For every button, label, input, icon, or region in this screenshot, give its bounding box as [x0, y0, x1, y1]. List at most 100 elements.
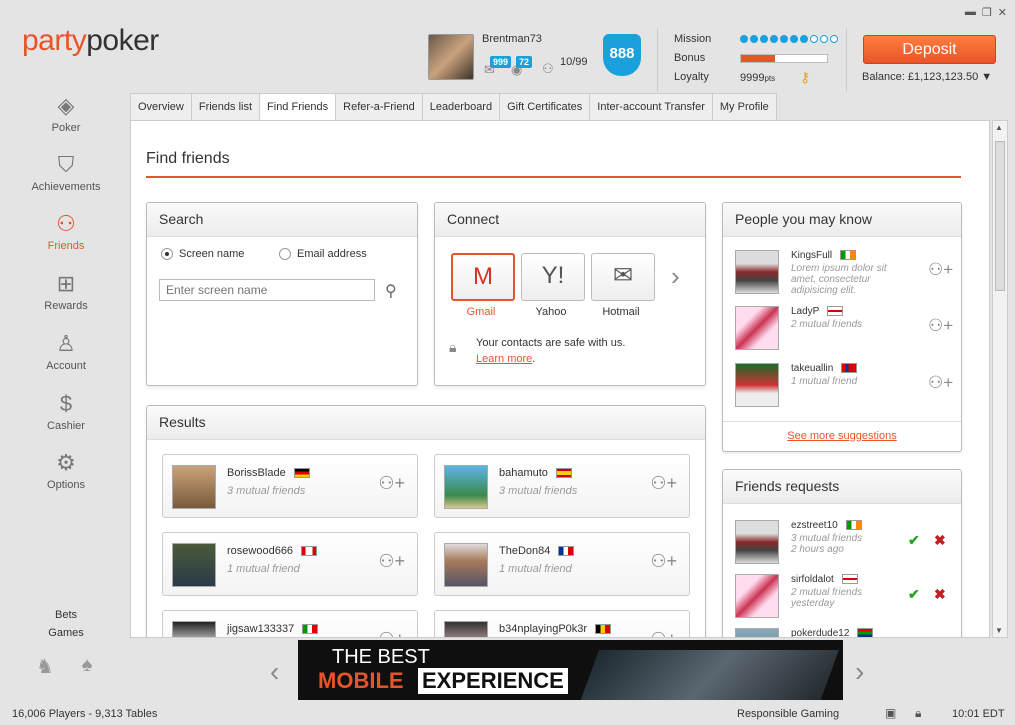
- suggestion-item[interactable]: takeuallin 1 mutual friend ⚇+: [735, 363, 955, 411]
- scroll-down-icon[interactable]: ▼: [995, 626, 1003, 635]
- add-friend-icon[interactable]: ⚇+: [928, 260, 953, 280]
- close-icon[interactable]: ✕: [998, 6, 1007, 19]
- vertical-scrollbar[interactable]: ▲ ▼: [992, 120, 1008, 638]
- result-card[interactable]: b34nplayingP0k3r ⚇+: [434, 610, 690, 637]
- suggestion-mutual: 1 mutual friend: [791, 376, 858, 387]
- hotmail-button[interactable]: ✉: [591, 253, 655, 301]
- add-friend-icon[interactable]: ⚇+: [650, 551, 677, 572]
- nav-achievements[interactable]: ⛉ Achievements: [20, 151, 112, 193]
- flag-en-icon: [841, 574, 858, 585]
- add-friend-icon[interactable]: ⚇+: [378, 551, 405, 572]
- suggestion-name: takeuallin: [791, 363, 858, 374]
- nav-poker[interactable]: ◈ Poker: [20, 92, 112, 134]
- banner-line2a: MOBILE: [318, 668, 404, 693]
- level-shield-badge[interactable]: 888: [603, 34, 641, 76]
- bets-link[interactable]: Bets: [40, 609, 92, 621]
- banner-next-icon[interactable]: ›: [855, 656, 864, 688]
- gift-icon: ⊞: [56, 271, 76, 296]
- search-input[interactable]: [159, 279, 375, 301]
- flag-be-icon: [595, 624, 612, 635]
- result-mutual: 3 mutual friends: [499, 485, 578, 497]
- balance-dropdown[interactable]: Balance: £1,123,123.50 ▼: [862, 71, 992, 83]
- avatar: [735, 628, 779, 637]
- deposit-button[interactable]: Deposit: [863, 35, 996, 64]
- flag-ca-icon: [301, 546, 318, 557]
- flag-za-icon: [857, 628, 874, 637]
- mission-dot: [750, 35, 758, 43]
- friends-online-count: 10/99: [560, 56, 588, 68]
- nav-cashier[interactable]: $ Cashier: [20, 390, 112, 432]
- blackjack-icon[interactable]: ♠: [72, 654, 102, 684]
- dollar-icon: $: [59, 391, 73, 416]
- suggestion-item[interactable]: KingsFull Lorem ipsum dolor sit amet, co…: [735, 250, 955, 298]
- responsible-gaming-link[interactable]: Responsible Gaming: [737, 708, 839, 720]
- result-card[interactable]: jigsaw133337 ⚇+: [162, 610, 418, 637]
- friends-online-icon: ⚇: [542, 61, 554, 76]
- yahoo-label: Yahoo: [535, 306, 567, 318]
- nav-account[interactable]: ♙ Account: [20, 330, 112, 372]
- requests-panel-title: Friends requests: [723, 470, 961, 504]
- add-friend-icon[interactable]: ⚇+: [650, 629, 677, 637]
- nav-options[interactable]: ⚙ Options: [20, 449, 112, 491]
- tab-gift-certificates[interactable]: Gift Certificates: [499, 93, 591, 120]
- player-achievement-icon[interactable]: ♞: [30, 654, 60, 684]
- add-friend-icon[interactable]: ⚇+: [378, 473, 405, 494]
- see-more-suggestions-link[interactable]: See more suggestions: [723, 430, 961, 442]
- scroll-thumb[interactable]: [995, 141, 1005, 291]
- result-card[interactable]: TheDon84 1 mutual friend ⚇+: [434, 532, 690, 596]
- shield-icon: ⛉: [57, 152, 75, 177]
- search-icon[interactable]: ⚲: [385, 281, 397, 301]
- loyalty-label: Loyalty: [674, 71, 709, 83]
- decline-x-icon[interactable]: ✖: [934, 532, 946, 549]
- add-friend-icon[interactable]: ⚇+: [378, 629, 405, 637]
- scroll-up-icon[interactable]: ▲: [995, 123, 1003, 132]
- request-item: sirfoldalot 2 mutual friends yesterday: [735, 574, 955, 622]
- gmail-button[interactable]: M: [451, 253, 515, 301]
- tab-overview[interactable]: Overview: [130, 93, 192, 120]
- add-friend-icon[interactable]: ⚇+: [928, 373, 953, 393]
- chevron-right-icon[interactable]: ›: [671, 261, 680, 292]
- games-link[interactable]: Games: [40, 627, 92, 639]
- suggestion-item[interactable]: LadyP 2 mutual friends ⚇+: [735, 306, 955, 354]
- tab-my-profile[interactable]: My Profile: [711, 93, 777, 120]
- suggestion-mutual: 2 mutual friends: [791, 319, 863, 330]
- partypoker-logo[interactable]: partypoker: [22, 24, 159, 58]
- monitor-icon[interactable]: ▣: [885, 706, 896, 720]
- decline-x-icon[interactable]: ✖: [934, 586, 946, 603]
- tab-find-friends[interactable]: Find Friends: [259, 93, 337, 121]
- accept-check-icon[interactable]: ✔: [908, 532, 920, 549]
- radio-screen-name[interactable]: Screen name: [161, 248, 244, 261]
- connect-panel: Connect M Gmail Y! Yahoo ✉ Hotmail › 🔒︎ …: [434, 202, 706, 386]
- envelope-icon: ✉: [612, 262, 634, 289]
- request-item: pokerdude12: [735, 628, 955, 637]
- radio-email-address[interactable]: Email address: [279, 248, 367, 261]
- tab-friends-list[interactable]: Friends list: [190, 93, 261, 120]
- nav-rewards[interactable]: ⊞ Rewards: [20, 270, 112, 312]
- suggestion-desc: Lorem ipsum dolor sit amet, consectetur …: [791, 263, 887, 296]
- connect-panel-title: Connect: [435, 203, 705, 237]
- flag-de-icon: [293, 468, 310, 479]
- user-avatar[interactable]: [428, 34, 474, 80]
- search-panel-title: Search: [147, 203, 417, 237]
- promo-banner[interactable]: THE BEST MOBILE EXPERIENCE: [298, 640, 843, 700]
- result-card[interactable]: rosewood666 1 mutual friend ⚇+: [162, 532, 418, 596]
- add-friend-icon[interactable]: ⚇+: [928, 316, 953, 336]
- result-card[interactable]: BorissBlade 3 mutual friends ⚇+: [162, 454, 418, 518]
- result-mutual: 1 mutual friend: [227, 563, 300, 575]
- learn-more-link[interactable]: Learn more: [476, 353, 532, 365]
- banner-prev-icon[interactable]: ‹: [270, 656, 279, 688]
- tab-inter-account-transfer[interactable]: Inter-account Transfer: [589, 93, 713, 120]
- avatar: [444, 621, 488, 637]
- request-name: pokerdude12: [791, 628, 874, 637]
- add-friend-icon[interactable]: ⚇+: [650, 473, 677, 494]
- key-icon: ⚷: [800, 69, 811, 85]
- yahoo-button[interactable]: Y!: [521, 253, 585, 301]
- restore-icon[interactable]: ❐: [982, 6, 992, 19]
- poker-card-icon: ◈: [57, 93, 75, 118]
- minimize-icon[interactable]: ▬: [965, 6, 976, 19]
- result-card[interactable]: bahamuto 3 mutual friends ⚇+: [434, 454, 690, 518]
- accept-check-icon[interactable]: ✔: [908, 586, 920, 603]
- tab-refer-a-friend[interactable]: Refer-a-Friend: [335, 93, 423, 120]
- tab-leaderboard[interactable]: Leaderboard: [421, 93, 501, 120]
- nav-friends[interactable]: ⚇ Friends: [20, 210, 112, 252]
